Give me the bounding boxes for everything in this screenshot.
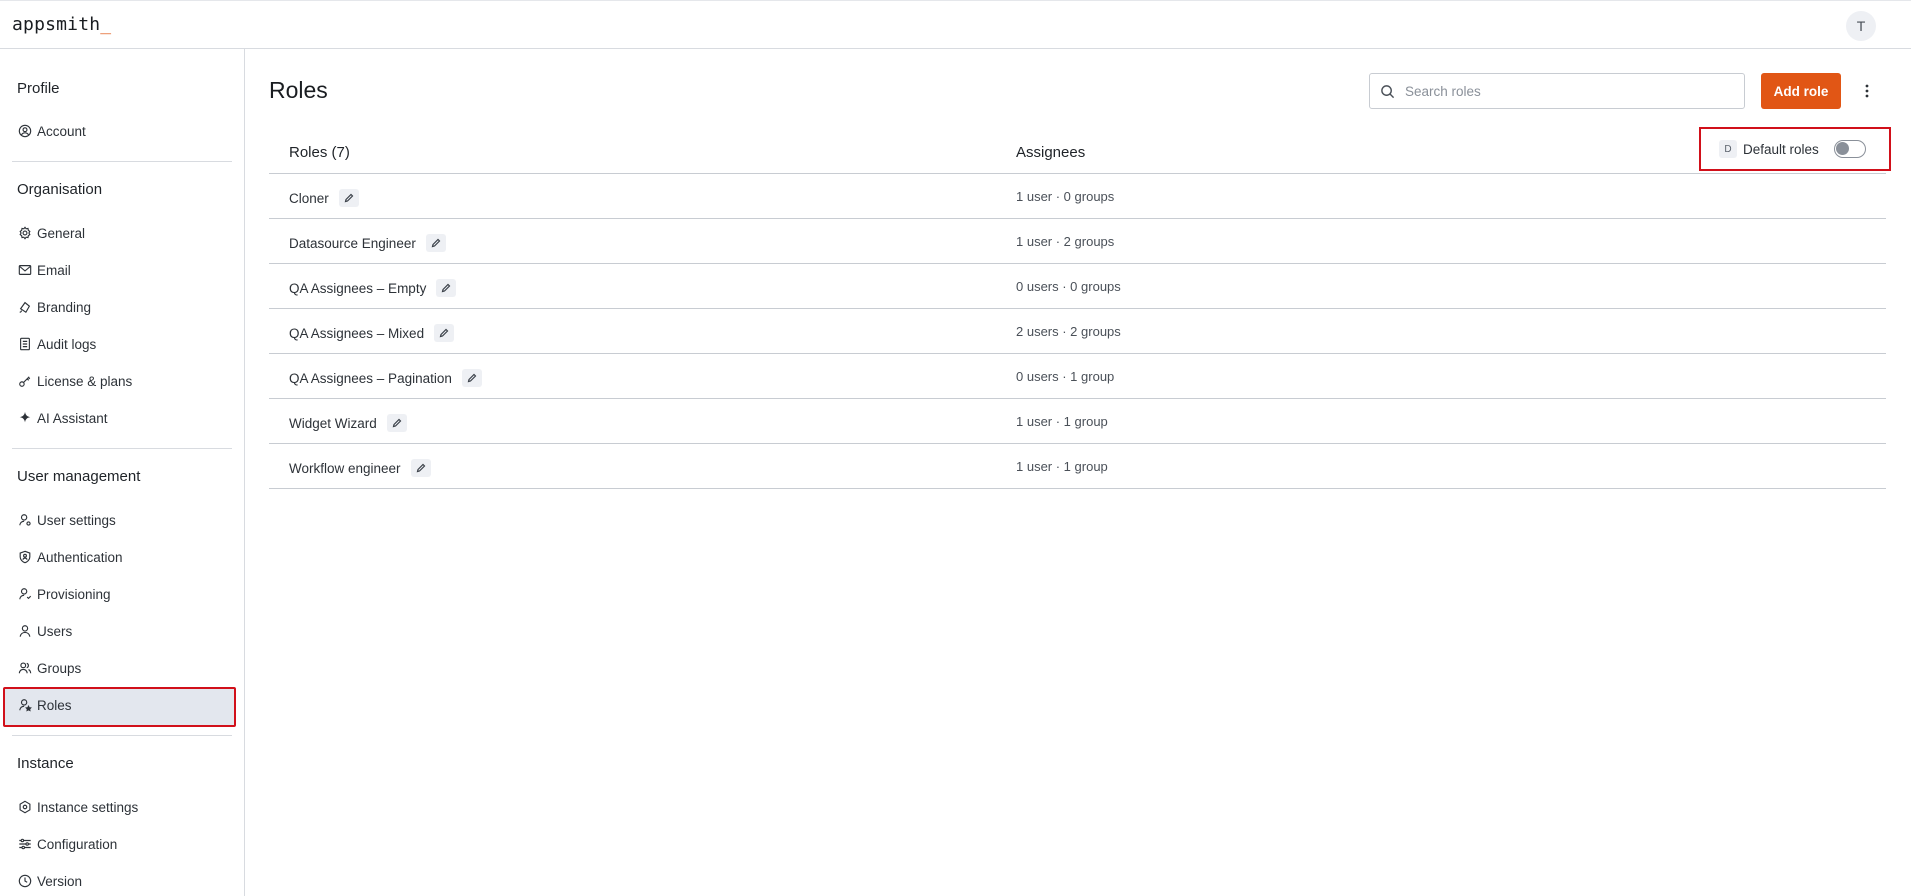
table-row[interactable]: QA Assignees – Mixed 2 users · 2 groups bbox=[269, 309, 1886, 354]
sidebar-item-license-plans[interactable]: License & plans bbox=[17, 370, 132, 392]
column-header-assignees: Assignees bbox=[1016, 144, 1086, 161]
role-name: QA Assignees – Pagination bbox=[289, 369, 482, 387]
sliders-icon bbox=[17, 836, 33, 852]
role-name: Datasource Engineer bbox=[289, 234, 446, 252]
sidebar-item-version[interactable]: Version bbox=[17, 870, 82, 892]
avatar[interactable]: T bbox=[1846, 11, 1876, 41]
user-star-icon bbox=[17, 697, 33, 713]
sidebar-item-general[interactable]: General bbox=[17, 222, 85, 244]
column-header-roles: Roles (7) bbox=[289, 144, 350, 161]
assignees-summary: 1 user · 0 groups bbox=[1016, 189, 1115, 204]
more-options-button[interactable] bbox=[1857, 79, 1877, 103]
more-vertical-icon bbox=[1865, 84, 1869, 98]
sidebar-item-account[interactable]: Account bbox=[17, 120, 86, 142]
table-row[interactable]: Workflow engineer 1 user · 1 group bbox=[269, 444, 1886, 489]
toggle-knob bbox=[1835, 142, 1849, 155]
assignees-summary: 1 user · 1 group bbox=[1016, 414, 1108, 429]
role-name: Widget Wizard bbox=[289, 414, 407, 432]
sidebar-item-provisioning[interactable]: Provisioning bbox=[17, 583, 111, 605]
default-roles-filter: D Default roles bbox=[1699, 127, 1891, 171]
edit-pencil-icon[interactable] bbox=[410, 459, 431, 477]
default-roles-toggle[interactable] bbox=[1833, 140, 1866, 158]
sidebar: Profile Account Organisation General Ema… bbox=[0, 49, 245, 896]
sidebar-item-roles[interactable]: Roles bbox=[17, 694, 72, 716]
sidebar-item-branding[interactable]: Branding bbox=[17, 296, 91, 318]
divider bbox=[12, 448, 232, 449]
gear-icon bbox=[17, 225, 33, 241]
group-icon bbox=[17, 660, 33, 676]
role-name-text: Workflow engineer bbox=[289, 460, 401, 476]
table-row[interactable]: QA Assignees – Empty 0 users · 0 groups bbox=[269, 264, 1886, 309]
sidebar-item-audit-logs[interactable]: Audit logs bbox=[17, 333, 96, 355]
edit-pencil-icon[interactable] bbox=[436, 279, 457, 297]
sidebar-item-email[interactable]: Email bbox=[17, 259, 71, 281]
sparkle-icon bbox=[17, 410, 33, 426]
user-sync-icon bbox=[17, 586, 33, 602]
edit-pencil-icon[interactable] bbox=[386, 414, 407, 432]
default-roles-label: Default roles bbox=[1743, 141, 1819, 157]
role-name: Workflow engineer bbox=[289, 459, 431, 477]
user-circle-icon bbox=[17, 123, 33, 139]
sidebar-item-instance-settings[interactable]: Instance settings bbox=[17, 796, 138, 818]
section-title-profile: Profile bbox=[17, 80, 60, 97]
search-icon bbox=[1381, 84, 1395, 98]
add-role-button[interactable]: Add role bbox=[1761, 73, 1841, 109]
page-title: Roles bbox=[269, 77, 328, 103]
mail-icon bbox=[17, 262, 33, 278]
paint-icon bbox=[17, 299, 33, 315]
table-row[interactable]: QA Assignees – Pagination 0 users · 1 gro… bbox=[269, 354, 1886, 399]
sidebar-item-ai-assistant[interactable]: AI Assistant bbox=[17, 407, 108, 429]
user-icon bbox=[17, 623, 33, 639]
top-bar: appsmith_ T bbox=[0, 0, 1911, 49]
assignees-summary: 2 users · 2 groups bbox=[1016, 324, 1121, 339]
role-name: Cloner bbox=[289, 189, 359, 207]
divider bbox=[12, 161, 232, 162]
role-name-text: QA Assignees – Empty bbox=[289, 280, 427, 296]
shield-user-icon bbox=[17, 549, 33, 565]
default-badge: D bbox=[1719, 140, 1737, 158]
table-row[interactable]: Widget Wizard 1 user · 1 group bbox=[269, 399, 1886, 444]
section-title-user-management: User management bbox=[17, 468, 141, 485]
sidebar-item-groups[interactable]: Groups bbox=[17, 657, 81, 679]
edit-pencil-icon[interactable] bbox=[338, 189, 359, 207]
table-body: Cloner 1 user · 0 groups Datasource Engine… bbox=[269, 174, 1886, 489]
edit-pencil-icon[interactable] bbox=[425, 234, 446, 252]
table-row[interactable]: Cloner 1 user · 0 groups bbox=[269, 174, 1886, 219]
role-name-text: Datasource Engineer bbox=[289, 235, 416, 251]
sidebar-item-configuration[interactable]: Configuration bbox=[17, 833, 117, 855]
role-name: QA Assignees – Mixed bbox=[289, 324, 455, 342]
key-icon bbox=[17, 373, 33, 389]
table-row[interactable]: Datasource Engineer 1 user · 2 groups bbox=[269, 219, 1886, 264]
search-input[interactable] bbox=[1405, 83, 1725, 99]
file-list-icon bbox=[17, 336, 33, 352]
hexagon-gear-icon bbox=[17, 799, 33, 815]
search-box[interactable] bbox=[1369, 73, 1745, 109]
role-name-text: QA Assignees – Mixed bbox=[289, 325, 425, 341]
edit-pencil-icon[interactable] bbox=[461, 369, 482, 387]
clock-check-icon bbox=[17, 873, 33, 889]
divider bbox=[12, 735, 232, 736]
sidebar-item-authentication[interactable]: Authentication bbox=[17, 546, 123, 568]
roles-table: Roles (7) Assignees D Default roles Clon… bbox=[269, 127, 1891, 489]
role-name-text: Cloner bbox=[289, 190, 329, 206]
role-name-text: QA Assignees – Pagination bbox=[289, 370, 452, 386]
edit-pencil-icon[interactable] bbox=[434, 324, 455, 342]
section-title-instance: Instance bbox=[17, 755, 74, 772]
sidebar-item-user-settings[interactable]: User settings bbox=[17, 509, 116, 531]
role-name-text: Widget Wizard bbox=[289, 415, 377, 431]
appsmith-logo[interactable]: appsmith_ bbox=[12, 14, 111, 35]
user-settings-icon bbox=[17, 512, 33, 528]
assignees-summary: 0 users · 1 group bbox=[1016, 369, 1115, 384]
role-name: QA Assignees – Empty bbox=[289, 279, 457, 297]
section-title-organisation: Organisation bbox=[17, 181, 103, 198]
assignees-summary: 0 users · 0 groups bbox=[1016, 279, 1121, 294]
assignees-summary: 1 user · 2 groups bbox=[1016, 234, 1115, 249]
sidebar-item-users[interactable]: Users bbox=[17, 620, 72, 642]
table-header: Roles (7) Assignees D Default roles bbox=[269, 127, 1891, 174]
assignees-summary: 1 user · 1 group bbox=[1016, 459, 1108, 474]
